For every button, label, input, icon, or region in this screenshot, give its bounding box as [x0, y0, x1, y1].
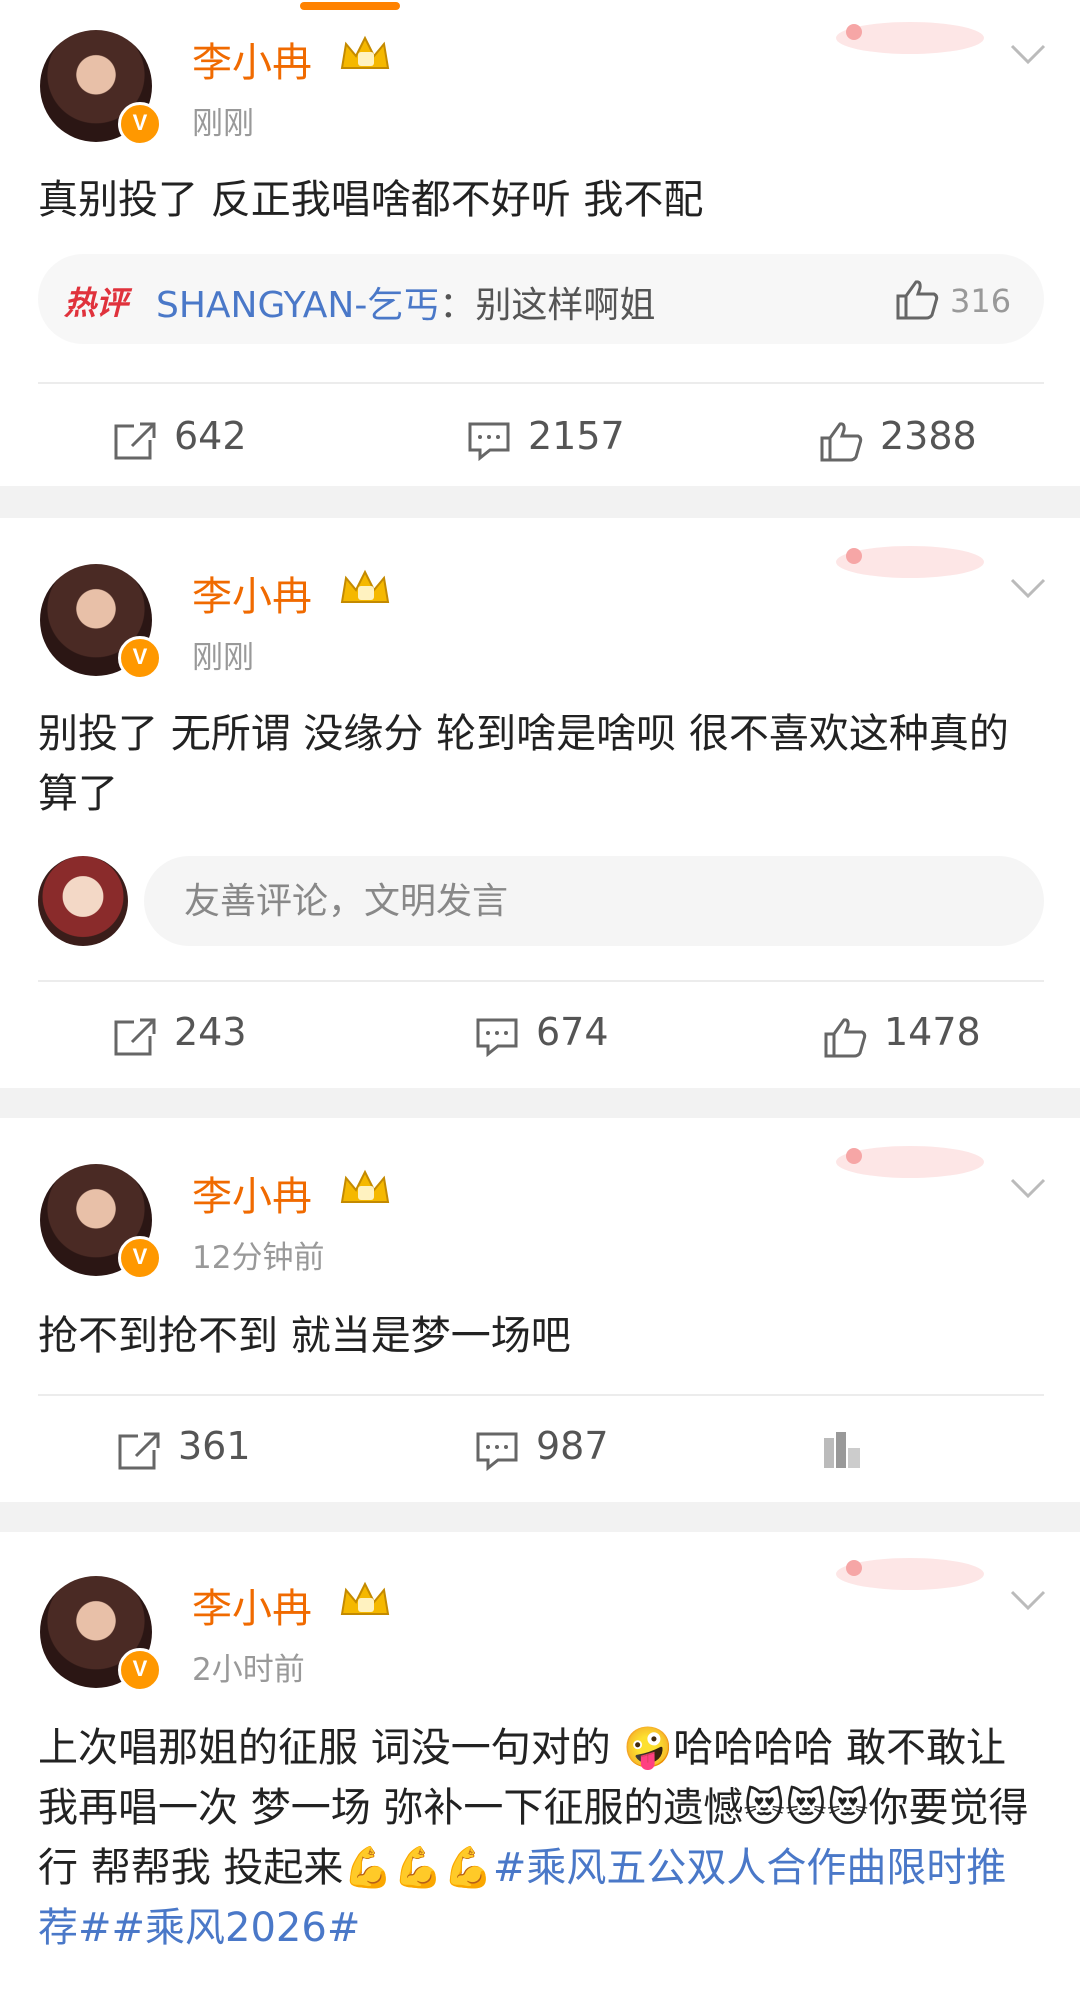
like-button[interactable]: 1478: [822, 996, 1012, 1076]
verified-badge-icon: V: [118, 1648, 162, 1692]
repost-icon: [114, 422, 156, 460]
action-bar: 243 674 1478: [0, 996, 1080, 1076]
like-count: 2388: [880, 414, 977, 458]
hot-comment-like[interactable]: 316: [894, 274, 1014, 324]
username[interactable]: 李小冉: [192, 564, 312, 622]
like-button[interactable]: [822, 1410, 982, 1490]
username[interactable]: 李小冉: [192, 1164, 312, 1222]
hot-comment[interactable]: 热评 SHANGYAN-乞丐：别这样啊姐 316: [38, 254, 1044, 344]
crown-icon: [340, 35, 390, 69]
chevron-down-icon[interactable]: [1008, 1176, 1048, 1200]
hot-comment-text: ：别这样啊姐: [439, 285, 656, 326]
comment-button[interactable]: 2157: [466, 400, 646, 480]
repost-icon: [114, 1018, 156, 1056]
like-icon-loading: [824, 1432, 860, 1468]
divider: [38, 980, 1044, 982]
verified-badge-icon: V: [118, 636, 162, 680]
decoration-icon: [836, 1146, 984, 1178]
hot-comment-body: SHANGYAN-乞丐：别这样啊姐: [156, 276, 655, 328]
repost-button[interactable]: 243: [112, 996, 272, 1076]
chevron-down-icon[interactable]: [1008, 42, 1048, 66]
comment-icon: [468, 422, 510, 462]
like-button[interactable]: 2388: [818, 400, 1008, 480]
repost-icon: [118, 1432, 160, 1470]
post-time: 12分钟前: [192, 1240, 325, 1276]
hot-comment-user[interactable]: SHANGYAN-乞丐: [156, 285, 439, 326]
decoration-icon: [836, 546, 984, 578]
comment-input-row: [38, 856, 1044, 946]
hot-comment-like-count: 316: [950, 282, 1012, 320]
post-text: 别投了 无所谓 没缘分 轮到啥是啥呗 很不喜欢这种真的 算了: [38, 711, 1009, 817]
comment-icon: [476, 1432, 518, 1472]
post-card[interactable]: V 李小冉 12分钟前 抢不到抢不到 就当是梦一场吧 361 987: [0, 1118, 1080, 1502]
comment-count: 2157: [528, 414, 625, 458]
username[interactable]: 李小冉: [192, 30, 312, 88]
divider: [38, 1394, 1044, 1396]
post-time: 刚刚: [192, 106, 254, 142]
like-count: 1478: [884, 1010, 981, 1054]
post-text: 抢不到抢不到 就当是梦一场吧: [38, 1313, 571, 1359]
crown-icon: [340, 1169, 390, 1203]
repost-count: 642: [174, 414, 247, 458]
comment-button[interactable]: 987: [474, 1410, 634, 1490]
current-user-avatar[interactable]: [38, 856, 128, 946]
repost-button[interactable]: 361: [116, 1410, 276, 1490]
chevron-down-icon[interactable]: [1008, 576, 1048, 600]
username[interactable]: 李小冉: [192, 1576, 312, 1634]
post-time: 刚刚: [192, 640, 254, 676]
crown-icon: [340, 1581, 390, 1615]
hot-comment-label: 热评: [64, 284, 129, 322]
post-text: 上次唱那姐的征服 词没一句对的 🤪哈哈哈哈 敢不敢让我再唱一次 梦一场 弥补一下…: [38, 1718, 1038, 1958]
comment-input[interactable]: [144, 856, 1044, 946]
verified-badge-icon: V: [118, 102, 162, 146]
comment-icon: [476, 1018, 518, 1058]
repost-count: 361: [178, 1424, 251, 1468]
hashtag-link[interactable]: #乘风2026#: [112, 1905, 361, 1951]
thumbs-up-icon: [824, 1018, 867, 1058]
decoration-icon: [836, 1558, 984, 1590]
post-card[interactable]: V 李小冉 刚刚 别投了 无所谓 没缘分 轮到啥是啥呗 很不喜欢这种真的 算了 …: [0, 518, 1080, 1088]
decoration-icon: [836, 22, 984, 54]
chevron-down-icon[interactable]: [1008, 1588, 1048, 1612]
post-time: 2小时前: [192, 1652, 305, 1688]
comment-count: 987: [536, 1424, 609, 1468]
comment-button[interactable]: 674: [474, 996, 634, 1076]
tab-indicator: [300, 2, 400, 10]
repost-count: 243: [174, 1010, 247, 1054]
action-bar: 361 987: [0, 1410, 1080, 1490]
crown-icon: [340, 569, 390, 603]
action-bar: 642 2157 2388: [0, 400, 1080, 480]
post-text: 真别投了 反正我唱啥都不好听 我不配: [38, 177, 704, 223]
comment-count: 674: [536, 1010, 609, 1054]
post-card[interactable]: V 李小冉 2小时前 上次唱那姐的征服 词没一句对的 🤪哈哈哈哈 敢不敢让我再唱…: [0, 1532, 1080, 1990]
thumbs-up-icon: [820, 422, 863, 462]
repost-button[interactable]: 642: [112, 400, 272, 480]
thumbs-up-icon: [896, 280, 939, 320]
post-card[interactable]: V 李小冉 刚刚 真别投了 反正我唱啥都不好听 我不配 热评 SHANGYAN-…: [0, 22, 1080, 486]
divider: [38, 382, 1044, 384]
verified-badge-icon: V: [118, 1236, 162, 1280]
